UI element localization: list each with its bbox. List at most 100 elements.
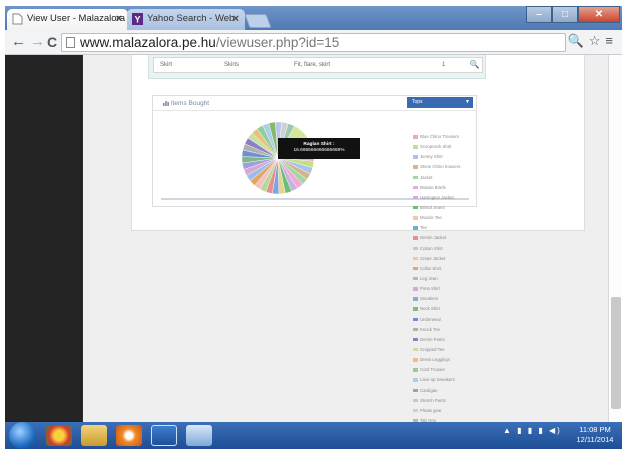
taskbar: ▲ ▮ ▮ ▮ ◀) 11:08 PM 12/11/2014 bbox=[5, 422, 622, 449]
legend-swatch bbox=[413, 216, 418, 220]
tab-title: View User - Malazalora bbox=[27, 13, 126, 24]
close-window-button[interactable]: ✕ bbox=[578, 6, 620, 23]
yahoo-icon: Y bbox=[132, 13, 143, 25]
legend-item[interactable]: Knock Tee bbox=[413, 325, 488, 335]
new-tab-button[interactable] bbox=[244, 14, 272, 28]
legend-label: Sneakers bbox=[420, 296, 439, 302]
legend-item[interactable]: Denim Pants bbox=[413, 335, 488, 345]
legend-item[interactable]: Neck Shirt bbox=[413, 304, 488, 314]
legend-item[interactable]: Denim Jacket bbox=[413, 233, 488, 243]
legend-swatch bbox=[413, 398, 418, 403]
user-card: Skirt Skirts Fit, flare, skirt 1 🔍 Items… bbox=[131, 55, 585, 231]
start-button[interactable] bbox=[9, 422, 36, 449]
browser-toolbar: ← → C www.malazalora.pe.hu/viewuser.php?… bbox=[5, 30, 622, 55]
legend-swatch bbox=[413, 327, 418, 332]
url-host: www.malazalora.pe.hu bbox=[80, 35, 216, 50]
panel-header: Items Bought Tops ▼ bbox=[153, 96, 476, 111]
svg-text:Y: Y bbox=[134, 15, 140, 25]
page-content: Skirt Skirts Fit, flare, skirt 1 🔍 Items… bbox=[83, 55, 622, 422]
legend-label: Mossie Briefs bbox=[420, 184, 446, 190]
tab-yahoo-search[interactable]: Y Yahoo Search - Web Sear × bbox=[127, 9, 245, 44]
legend-item[interactable]: Lace-up Sneakers bbox=[413, 375, 488, 385]
legend-item[interactable]: Cropped Tee bbox=[413, 345, 488, 355]
category-select[interactable]: Tops ▼ bbox=[407, 97, 473, 108]
legend-label: Cardigan bbox=[420, 387, 438, 393]
search-icon[interactable]: 🔍 bbox=[469, 59, 480, 71]
legend-item[interactable]: Pleats gear bbox=[413, 406, 488, 416]
forward-button[interactable]: → bbox=[30, 33, 45, 51]
legend-swatch bbox=[413, 337, 418, 342]
legend-label: Dress Leggings bbox=[420, 357, 450, 363]
legend-label: Pleats gear bbox=[420, 407, 442, 413]
toolbar-right-icons[interactable]: 🔍☆≡ bbox=[568, 33, 618, 49]
legend-item[interactable]: Leg Jean bbox=[413, 274, 488, 284]
address-bar[interactable]: www.malazalora.pe.hu/viewuser.php?id=15 bbox=[61, 33, 566, 52]
legend-item[interactable]: Jacket bbox=[413, 173, 488, 183]
explorer-folder-icon[interactable] bbox=[81, 425, 107, 446]
system-tray-icons[interactable]: ▲ ▮ ▮ ▮ ◀) bbox=[503, 426, 562, 435]
close-tab-icon[interactable]: × bbox=[116, 9, 122, 29]
legend-item[interactable]: Crepe Jacket bbox=[413, 254, 488, 264]
close-tab-icon[interactable]: × bbox=[233, 9, 239, 29]
legend-item[interactable]: Stone Chino trousers bbox=[413, 162, 488, 172]
legend-item[interactable]: Underwear bbox=[413, 315, 488, 325]
legend-swatch bbox=[413, 236, 418, 240]
chart-legend: Blue Chino Trousers Scoopneck Shirt Jersey… bbox=[413, 132, 488, 422]
legend-item[interactable]: Scoopneck Shirt bbox=[413, 142, 488, 152]
legend-item[interactable]: Mossie Briefs bbox=[413, 183, 488, 193]
legend-item[interactable]: Harrington Jacket bbox=[413, 193, 488, 203]
word-icon[interactable] bbox=[151, 425, 177, 446]
legend-label: Crepe Jacket bbox=[420, 255, 446, 261]
legend-swatch bbox=[413, 266, 418, 271]
window-controls: – □ ✕ bbox=[526, 6, 620, 24]
legend-item[interactable]: Cotton Shirt bbox=[413, 244, 488, 254]
vertical-scrollbar[interactable] bbox=[608, 55, 622, 422]
legend-swatch bbox=[413, 226, 418, 230]
legend-swatch bbox=[413, 185, 418, 190]
tab-view-user[interactable]: View User - Malazalora × bbox=[7, 9, 128, 30]
back-button[interactable]: ← bbox=[11, 33, 26, 51]
clock[interactable]: 11:08 PM 12/11/2014 bbox=[571, 425, 619, 445]
legend-label: Tee bbox=[420, 225, 427, 231]
chart-tooltip: Raglan Shirt : 16.666666666666668% bbox=[278, 138, 360, 159]
legend-swatch bbox=[413, 307, 418, 311]
chrome-icon[interactable] bbox=[46, 425, 72, 446]
legend-item[interactable]: Dress Leggings bbox=[413, 355, 488, 365]
legend-item[interactable]: Jersey Shirt bbox=[413, 152, 488, 162]
maximize-button[interactable]: □ bbox=[552, 6, 578, 23]
legend-swatch bbox=[413, 378, 418, 382]
order-row: Skirt Skirts Fit, flare, skirt 1 🔍 bbox=[153, 57, 483, 73]
legend-item[interactable]: Sneakers bbox=[413, 294, 488, 304]
bar-chart-icon bbox=[163, 100, 169, 106]
legend-swatch bbox=[413, 145, 418, 149]
legend-swatch bbox=[413, 388, 418, 393]
legend-label: Stone Chino trousers bbox=[420, 164, 461, 170]
legend-swatch bbox=[413, 205, 418, 210]
browser-viewport: Skirt Skirts Fit, flare, skirt 1 🔍 Items… bbox=[5, 55, 622, 422]
legend-swatch bbox=[413, 195, 418, 200]
legend-item[interactable]: Cardigan bbox=[413, 386, 488, 396]
media-player-icon[interactable] bbox=[116, 425, 142, 446]
left-margin bbox=[5, 55, 82, 422]
legend-swatch bbox=[413, 276, 418, 281]
scrollbar-thumb[interactable] bbox=[611, 297, 621, 409]
legend-item[interactable]: Bristol Jeans bbox=[413, 203, 488, 213]
legend-label: Underwear bbox=[420, 316, 442, 322]
legend-item[interactable]: Muscle Tee bbox=[413, 213, 488, 223]
legend-swatch bbox=[413, 165, 418, 169]
reload-button[interactable]: C bbox=[47, 33, 57, 51]
panel-title-text: Items Bought bbox=[170, 100, 210, 107]
legend-item[interactable]: Tee bbox=[413, 223, 488, 233]
legend-item[interactable]: Collar Shirt bbox=[413, 264, 488, 274]
legend-label: Jersey Shirt bbox=[420, 154, 443, 160]
legend-label: Harrington Jacket bbox=[420, 194, 454, 200]
legend-label: Cropped Tee bbox=[420, 346, 445, 352]
select-value: Tops bbox=[412, 99, 423, 105]
clock-date: 12/11/2014 bbox=[576, 435, 614, 444]
legend-item[interactable]: Cord Trouser bbox=[413, 365, 488, 375]
minimize-button[interactable]: – bbox=[526, 6, 552, 23]
legend-item[interactable]: Stretch Pants bbox=[413, 396, 488, 406]
legend-item[interactable]: Pima Shirt bbox=[413, 284, 488, 294]
legend-item[interactable]: Blue Chino Trousers bbox=[413, 132, 488, 142]
app-window-icon[interactable] bbox=[186, 425, 212, 446]
